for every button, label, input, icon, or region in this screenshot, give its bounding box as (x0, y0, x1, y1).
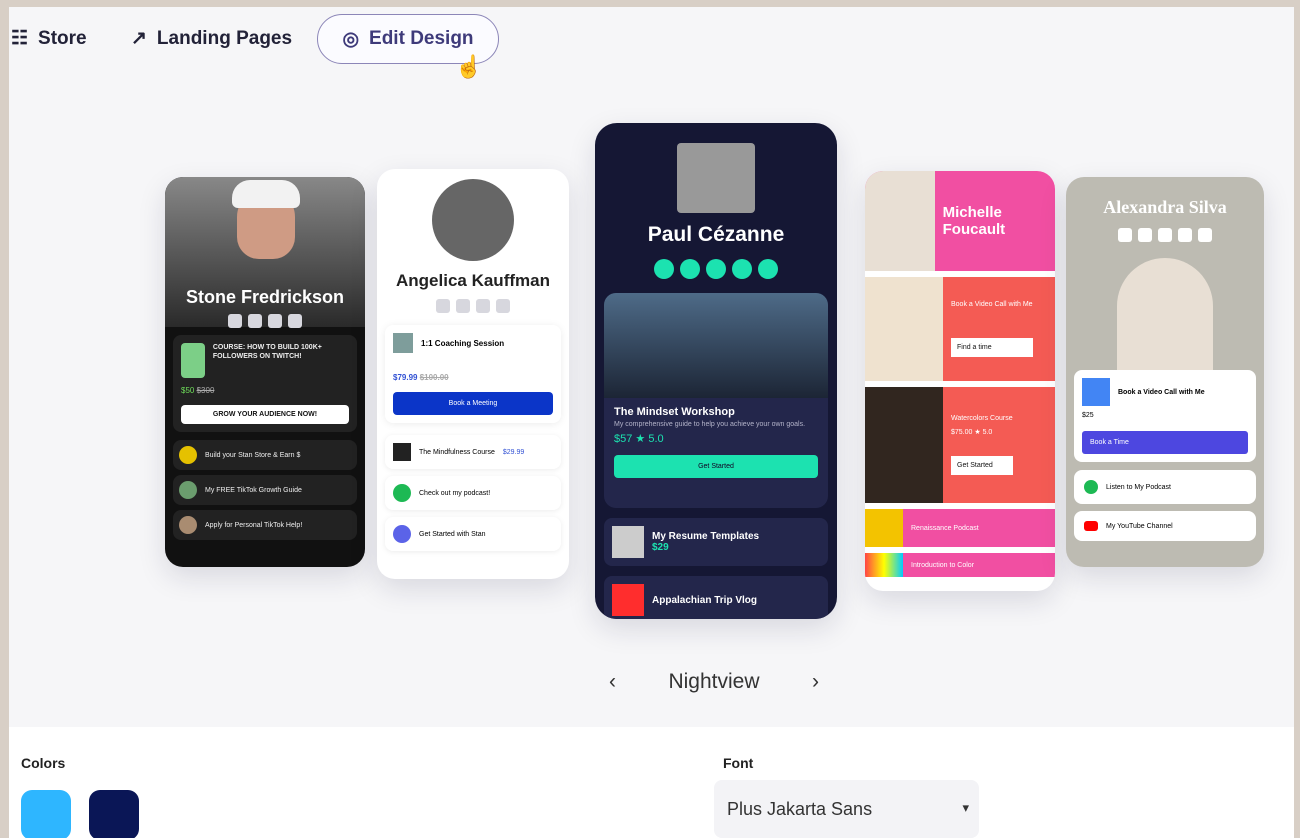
avatar (432, 179, 514, 261)
social-icons (595, 259, 837, 279)
alexandra-card[interactable]: Alexandra Silva Book a Video Call with M… (1066, 177, 1264, 567)
course-thumb (181, 343, 205, 378)
carousel-nav: ‹ Nightview › (609, 667, 819, 697)
app-frame: ☷ Store ↗ Landing Pages ◎ Edit Design ☝ … (9, 7, 1294, 838)
cap (232, 180, 300, 208)
michelle-start-button[interactable]: Get Started (951, 456, 1013, 475)
top-nav: ☷ Store ↗ Landing Pages ◎ Edit Design ☝ (9, 7, 1294, 79)
arrow-icon: ↗ (131, 28, 147, 49)
stone-card[interactable]: Stone Fredrickson COURSE: HOW TO BUILD 1… (165, 177, 365, 567)
font-label: Font (723, 755, 754, 771)
chevron-down-icon: ▾ (962, 800, 969, 815)
avatar (677, 143, 755, 213)
primary-color-swatch[interactable] (21, 790, 71, 838)
secondary-color-swatch[interactable] (89, 790, 139, 838)
store-tab[interactable]: ☷ Store (11, 27, 87, 50)
store-icon: ☷ (11, 28, 29, 49)
social-icons (377, 299, 569, 313)
social-icons (165, 314, 365, 328)
carousel-label: Nightview (668, 670, 760, 693)
paul-card[interactable]: Paul Cézanne The Mindset Workshop My com… (595, 123, 837, 619)
font-select[interactable]: Plus Jakarta Sans ▾ (714, 780, 979, 838)
font-value: Plus Jakarta Sans (727, 798, 873, 819)
design-settings: Colors Font (9, 727, 1294, 838)
pointer-cursor-icon: ☝ (455, 54, 483, 79)
book-meeting-button[interactable]: Book a Meeting (393, 392, 553, 415)
angelica-card[interactable]: Angelica Kauffman 1:1 Coaching Session $… (377, 169, 569, 579)
portrait (1117, 258, 1213, 370)
portrait (865, 171, 935, 271)
prev-arrow-icon[interactable]: ‹ (609, 670, 616, 694)
palette-icon: ◎ (342, 28, 360, 50)
landing-pages-tab[interactable]: ↗ Landing Pages (131, 27, 292, 50)
next-arrow-icon[interactable]: › (812, 670, 819, 694)
find-time-button[interactable]: Find a time (951, 338, 1033, 357)
colors-label: Colors (21, 755, 66, 771)
michelle-card[interactable]: Michelle Foucault Book a Video Call with… (865, 171, 1055, 591)
get-started-button[interactable]: Get Started (614, 455, 818, 478)
grow-button[interactable]: GROW YOUR AUDIENCE NOW! (181, 405, 349, 424)
social-icons (1066, 228, 1264, 242)
book-time-button[interactable]: Book a Time (1082, 431, 1248, 454)
